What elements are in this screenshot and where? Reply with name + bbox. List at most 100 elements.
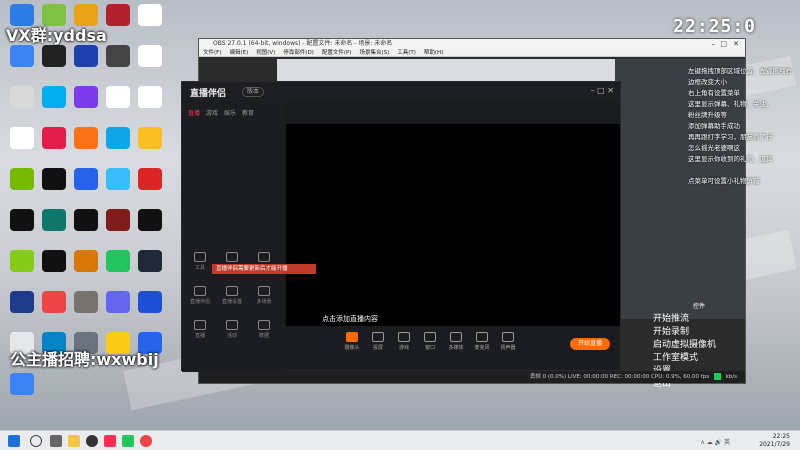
app-icon <box>106 209 130 231</box>
start-button[interactable] <box>8 435 20 447</box>
source-label: 扬声器 <box>500 345 516 351</box>
obs-control-button[interactable]: 工作室模式 <box>653 350 745 363</box>
desktop-shortcut[interactable] <box>6 168 38 192</box>
live-tab[interactable]: 游戏 <box>206 110 218 117</box>
window-controls[interactable]: – □ ✕ <box>591 86 614 95</box>
close-icon[interactable]: ✕ <box>733 39 739 49</box>
obs-control-button[interactable]: 开始录制 <box>653 324 745 337</box>
go-live-button[interactable]: 开始直播 <box>570 338 610 350</box>
update-toast: 直播伴侣需要更新后才能开播 <box>212 264 316 274</box>
browser-taskbar-icon[interactable] <box>140 435 152 447</box>
desktop-shortcut[interactable] <box>70 209 102 233</box>
live-source-button[interactable]: 摄像头 <box>342 332 362 351</box>
desktop-shortcut[interactable] <box>38 86 70 110</box>
chat-line <box>688 165 800 176</box>
chat-line: 添加弹幕助手成功 <box>688 122 740 130</box>
live-tab[interactable]: 娱乐 <box>224 110 236 117</box>
desktop-shortcut[interactable] <box>70 86 102 110</box>
desktop-shortcut[interactable] <box>102 168 134 192</box>
app-icon <box>74 168 98 190</box>
live-source-button[interactable]: 多媒体 <box>446 332 466 351</box>
desktop-shortcut[interactable] <box>134 209 166 233</box>
app-icon <box>106 168 130 190</box>
task-view-icon[interactable] <box>50 435 62 447</box>
obs-menu-item[interactable]: 编辑(E) <box>229 50 248 56</box>
obs-control-button[interactable]: 启动虚拟摄像机 <box>653 337 745 350</box>
maximize-icon[interactable]: □ <box>720 39 727 49</box>
desktop-shortcut[interactable] <box>38 209 70 233</box>
live-tool[interactable]: 数据 <box>254 320 274 339</box>
desktop-shortcut[interactable] <box>6 209 38 233</box>
live-taskbar-icon[interactable] <box>104 435 116 447</box>
desktop-shortcut[interactable] <box>134 45 166 69</box>
desktop-shortcut[interactable] <box>102 86 134 110</box>
live-tool[interactable]: 活动 <box>222 320 242 339</box>
live-source-button[interactable]: 投屏 <box>368 332 388 351</box>
desktop-shortcut[interactable] <box>102 291 134 315</box>
live-tool[interactable]: 直播伴侣 <box>190 286 210 305</box>
taskbar-clock[interactable]: 22:25 2021/7/29 <box>759 433 790 449</box>
live-preview[interactable] <box>286 102 620 328</box>
desktop-shortcut[interactable] <box>70 168 102 192</box>
app-icon <box>42 291 66 313</box>
live-companion-window[interactable]: 直播伴侣 版本 – □ ✕ 直播游戏娱乐教育 工具美颜开播记录直播伴侣直播设置多… <box>181 81 621 372</box>
file-explorer-icon[interactable] <box>68 435 80 447</box>
desktop-shortcut[interactable] <box>134 168 166 192</box>
live-source-button[interactable]: 窗口 <box>420 332 440 351</box>
live-title-bar[interactable]: 直播伴侣 版本 – □ ✕ <box>182 82 620 102</box>
obs-menu-item[interactable]: 场景集合(S) <box>359 50 389 56</box>
desktop-shortcut[interactable] <box>102 209 134 233</box>
chat-line: 这里显示你收到的礼物、道具 <box>688 155 773 163</box>
live-tool[interactable]: 直播设置 <box>222 286 242 305</box>
desktop-shortcut[interactable] <box>102 127 134 151</box>
desktop-shortcut[interactable] <box>6 373 38 397</box>
obs-menu-item[interactable]: 配置文件(P) <box>322 50 352 56</box>
desktop-shortcut[interactable] <box>38 168 70 192</box>
source-label: 投屏 <box>372 345 383 351</box>
obs-title-bar[interactable]: OBS 27.0.1 (64-bit, windows) - 配置文件: 未命名… <box>199 39 745 49</box>
obs-menu-item[interactable]: 文件(F) <box>203 50 221 56</box>
live-tool[interactable]: 多场景 <box>254 286 274 305</box>
wechat-taskbar-icon[interactable] <box>122 435 134 447</box>
obs-menu-item[interactable]: 工具(T) <box>397 50 416 56</box>
desktop-shortcut[interactable] <box>6 291 38 315</box>
desktop-shortcut[interactable] <box>70 250 102 274</box>
search-icon[interactable] <box>30 435 42 447</box>
desktop-shortcut[interactable] <box>134 291 166 315</box>
tool-icon <box>258 252 270 262</box>
desktop-shortcut[interactable] <box>6 86 38 110</box>
desktop-shortcut[interactable] <box>134 127 166 151</box>
obs-menu-item[interactable]: 停靠部件(D) <box>283 50 314 56</box>
desktop-shortcut[interactable] <box>70 291 102 315</box>
desktop-shortcut[interactable] <box>6 127 38 151</box>
desktop-shortcut[interactable] <box>70 45 102 69</box>
live-tool[interactable]: 工具 <box>190 252 210 271</box>
live-source-button[interactable]: 扬声器 <box>498 332 518 351</box>
desktop-shortcut[interactable] <box>102 4 134 28</box>
obs-menu-item[interactable]: 帮助(H) <box>424 50 443 56</box>
desktop-shortcut[interactable] <box>6 250 38 274</box>
desktop-shortcut[interactable] <box>134 250 166 274</box>
obs-menu-item[interactable]: 视图(V) <box>256 50 275 56</box>
desktop-shortcut[interactable] <box>38 127 70 151</box>
desktop-shortcut[interactable] <box>70 127 102 151</box>
desktop-shortcut[interactable] <box>102 250 134 274</box>
live-source-button[interactable]: 游戏 <box>394 332 414 351</box>
chat-line: 边框改变大小 <box>688 78 727 86</box>
desktop-shortcut[interactable] <box>134 4 166 28</box>
live-source-button[interactable]: 麦克风 <box>472 332 492 351</box>
desktop-shortcut[interactable] <box>38 45 70 69</box>
desktop-shortcut[interactable] <box>38 291 70 315</box>
desktop-shortcut[interactable] <box>38 250 70 274</box>
live-tool[interactable]: 直播 <box>190 320 210 339</box>
obs-control-button[interactable]: 开始推流 <box>653 311 745 324</box>
desktop-shortcut[interactable] <box>6 45 38 69</box>
tool-icon <box>226 252 238 262</box>
desktop-shortcut[interactable] <box>134 86 166 110</box>
minimize-icon[interactable]: – <box>712 39 716 49</box>
live-tab[interactable]: 教育 <box>242 110 254 117</box>
desktop-shortcut[interactable] <box>102 45 134 69</box>
system-tray[interactable]: ∧ ☁ 🔊 英 <box>700 437 730 446</box>
live-tab[interactable]: 直播 <box>188 110 200 117</box>
obs-taskbar-icon[interactable] <box>86 435 98 447</box>
